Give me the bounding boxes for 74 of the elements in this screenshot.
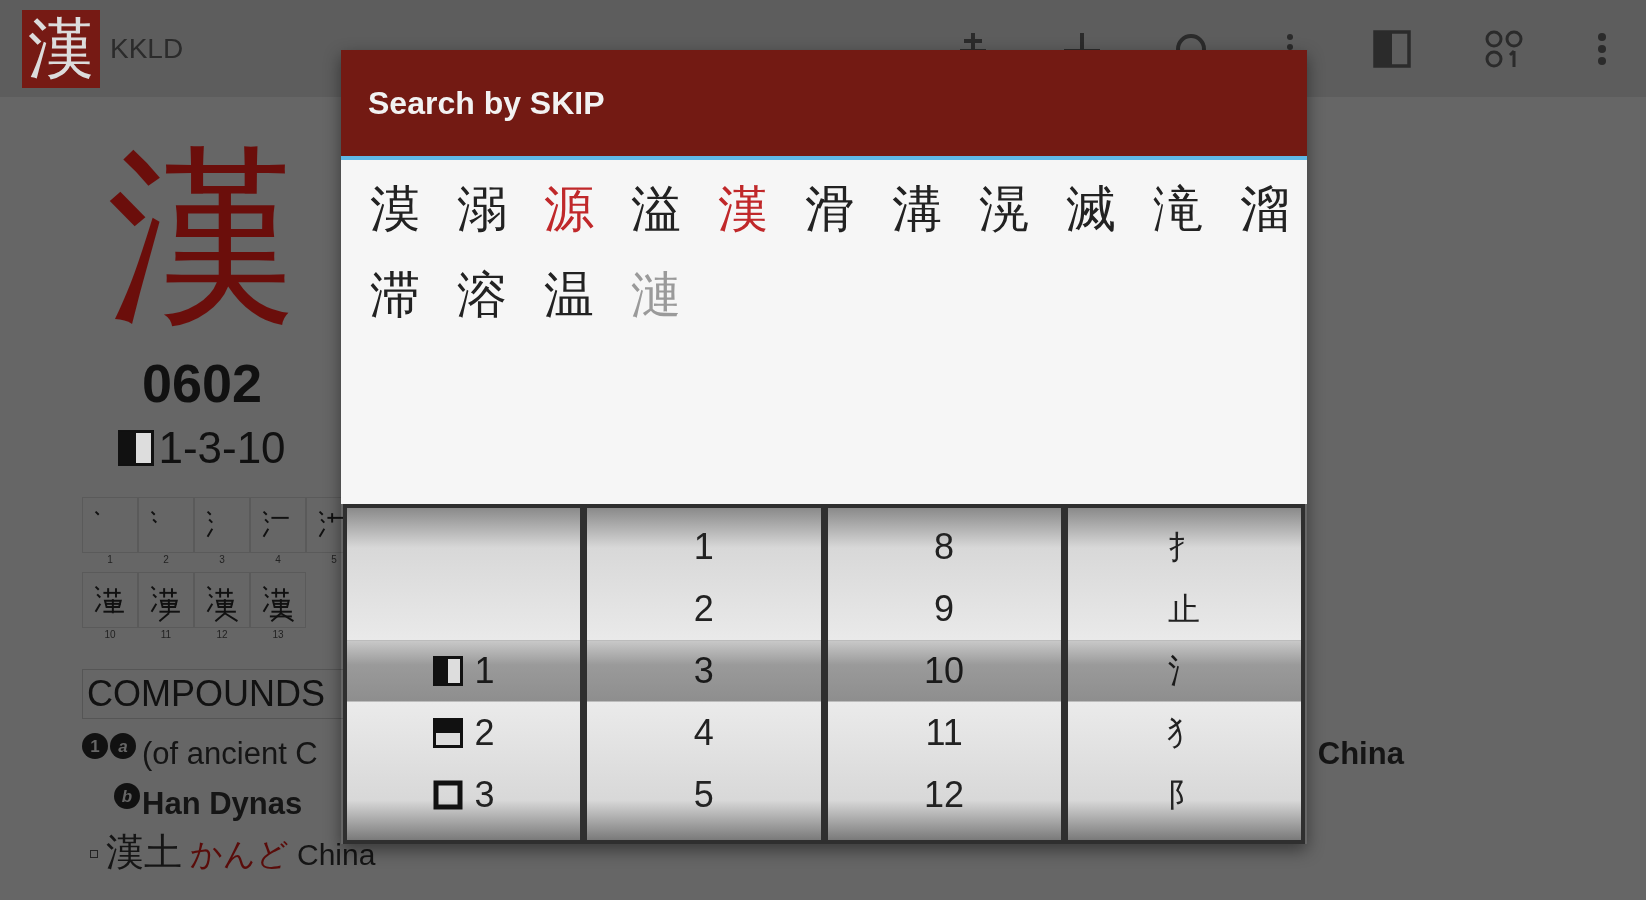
picker-value[interactable]: 扌 — [1168, 523, 1201, 571]
kanji-result[interactable]: 滝 — [1142, 174, 1214, 244]
kanji-result[interactable]: 溢 — [620, 174, 692, 244]
picker-wheel[interactable]: 扌 止 氵 犭 阝 — [1067, 508, 1301, 840]
skip-pattern-icon — [432, 780, 463, 810]
picker-value[interactable]: 5 — [693, 768, 714, 822]
picker-value[interactable]: 8 — [934, 520, 955, 574]
app-logo: 漢 — [22, 9, 100, 88]
picker-value[interactable]: 1 — [693, 520, 714, 574]
kanji-result[interactable]: 溜 — [1229, 174, 1301, 244]
compound-gloss: China — [297, 837, 376, 873]
picker-value[interactable]: 12 — [924, 768, 965, 822]
bullet-icon — [90, 849, 98, 858]
stroke-number: 1 — [107, 553, 113, 566]
stroke-number: 5 — [331, 553, 337, 566]
picker-value[interactable]: 阝 — [1168, 771, 1201, 819]
picker-value[interactable]: 犭 — [1168, 709, 1201, 757]
compound-reading: かんど — [190, 834, 289, 875]
picker-value[interactable]: 1 — [474, 644, 495, 698]
kanji-result[interactable]: 漠 — [359, 174, 431, 244]
stroke-diagram-drawing — [93, 510, 100, 517]
picker-wheel[interactable]: 8 9 10 11 12 — [827, 508, 1061, 840]
kanji-result[interactable]: 滑 — [794, 174, 866, 244]
kanji-result[interactable]: 源 — [533, 174, 605, 244]
circles-icon[interactable] — [1484, 28, 1524, 69]
picker-value[interactable]: 10 — [924, 644, 965, 698]
sense-text: China — [1317, 735, 1404, 773]
skip-pattern-icon — [432, 718, 463, 748]
stroke-number: 2 — [163, 553, 169, 566]
kanji-result[interactable]: 溝 — [881, 174, 953, 244]
kanji-result[interactable]: 滉 — [968, 174, 1040, 244]
kanji-result[interactable]: 漢 — [707, 174, 779, 244]
skip-pattern-icon — [432, 656, 463, 686]
sense-number: b — [114, 783, 140, 809]
sense-text: (of ancient C — [142, 735, 318, 773]
stroke-diagram-drawing — [149, 585, 182, 623]
picker-value[interactable]: 9 — [934, 582, 955, 636]
stroke-number: 4 — [275, 553, 281, 566]
stroke-diagram-drawing — [261, 585, 295, 623]
picker-value[interactable]: 3 — [474, 768, 495, 822]
picker-value[interactable]: 止 — [1168, 585, 1201, 633]
skip-code: 1-3-10 — [158, 422, 286, 474]
picker-value[interactable]: 2 — [693, 582, 714, 636]
picker-wheel[interactable]: 1 2 3 — [347, 508, 581, 840]
kanji-number: 0602 — [141, 353, 263, 413]
kanji-result[interactable]: 温 — [533, 260, 605, 330]
stroke-number: 3 — [219, 553, 225, 566]
compound-word: 漢土 — [106, 829, 182, 875]
sense-number: 1 — [82, 733, 108, 759]
kanji-result[interactable]: 溺 — [446, 174, 518, 244]
stroke-diagram-drawing — [149, 510, 158, 525]
kanji-result[interactable]: 滞 — [359, 260, 431, 330]
picker-wheel[interactable]: 1 2 3 4 5 — [587, 508, 821, 840]
stroke-diagram-drawing — [205, 585, 239, 623]
stroke-number: 10 — [104, 628, 116, 641]
kanji-result[interactable]: 溶 — [446, 260, 518, 330]
stroke-number: 13 — [272, 628, 284, 641]
stroke-diagram-drawing — [205, 510, 214, 539]
picker-value[interactable]: 氵 — [1168, 647, 1201, 695]
stroke-diagram-drawing — [93, 585, 126, 616]
stroke-diagram-drawing — [317, 510, 346, 539]
stroke-diagram-drawing — [261, 510, 290, 539]
sense-text: Han Dynas — [142, 785, 303, 823]
picker-value[interactable]: 11 — [925, 706, 963, 760]
kanji-result[interactable]: 滅 — [1055, 174, 1127, 244]
stroke-number: 12 — [216, 628, 228, 641]
stroke-number: 11 — [160, 628, 172, 641]
split-square-icon[interactable] — [1372, 28, 1412, 69]
kanji-heading: 漢 — [107, 127, 297, 347]
picker-value[interactable]: 3 — [693, 644, 714, 698]
sense-number: a — [110, 733, 136, 759]
picker-value[interactable]: 2 — [474, 706, 495, 760]
dialog-title: Search by SKIP — [368, 84, 605, 123]
picker-value[interactable]: 4 — [693, 706, 714, 760]
